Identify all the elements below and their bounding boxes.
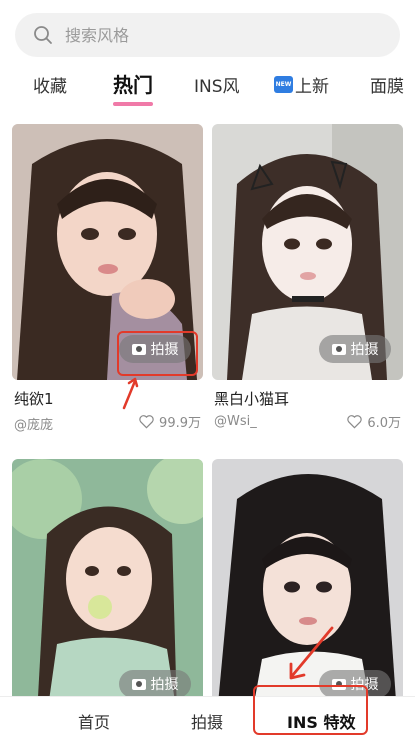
new-badge-icon: NEW xyxy=(274,76,293,93)
effect-thumbnail[interactable]: 拍摄 xyxy=(12,459,203,715)
tab-label: 热门 xyxy=(113,73,153,97)
annotation-box-shoot xyxy=(117,331,198,376)
tab-label: 收藏 xyxy=(33,77,67,97)
tab-mask[interactable]: 面膜 xyxy=(370,72,404,97)
like-count-value: 6.0万 xyxy=(367,416,401,431)
tab-label: 面膜 xyxy=(370,77,404,97)
effect-thumbnail[interactable]: 拍摄 xyxy=(212,124,403,380)
heart-icon xyxy=(139,415,154,429)
search-icon xyxy=(34,26,52,44)
like-count[interactable]: 6.0万 xyxy=(346,412,401,431)
card-title: 纯欲1 xyxy=(14,390,54,408)
card-author[interactable]: @庞庞 xyxy=(14,414,53,433)
category-tabs: 收藏 热门 INS风 NEW 上新 面膜 xyxy=(0,62,415,106)
like-count-value: 99.9万 xyxy=(159,416,201,431)
shoot-button-label: 拍摄 xyxy=(150,677,179,693)
camera-icon xyxy=(331,343,346,355)
heart-icon xyxy=(347,415,363,429)
card-title: 黑白小猫耳 xyxy=(214,390,290,408)
annotation-arrow-shoot xyxy=(122,377,139,410)
search-input[interactable] xyxy=(63,24,367,46)
camera-icon xyxy=(131,678,146,690)
tab-ins-style[interactable]: INS风 xyxy=(194,72,240,97)
tab-label: 上新 xyxy=(295,77,329,97)
tab-favorites[interactable]: 收藏 xyxy=(33,72,67,97)
like-count[interactable]: 99.9万 xyxy=(138,412,201,431)
tab-hot[interactable]: 热门 xyxy=(113,69,153,106)
shoot-button-label: 拍摄 xyxy=(350,342,379,358)
nav-home[interactable]: 首页 xyxy=(78,709,110,733)
active-tab-underline xyxy=(113,102,153,106)
nav-shoot[interactable]: 拍摄 xyxy=(191,709,223,733)
shoot-button[interactable]: 拍摄 xyxy=(119,670,191,698)
tab-label: INS风 xyxy=(194,77,240,97)
tab-new[interactable]: NEW 上新 xyxy=(274,72,329,97)
search-bar[interactable] xyxy=(15,13,400,57)
annotation-arrow-ins xyxy=(289,626,334,680)
annotation-box-ins-tab xyxy=(253,685,368,735)
card-author[interactable]: @Wsi_ xyxy=(214,414,257,429)
shoot-button[interactable]: 拍摄 xyxy=(319,335,391,363)
